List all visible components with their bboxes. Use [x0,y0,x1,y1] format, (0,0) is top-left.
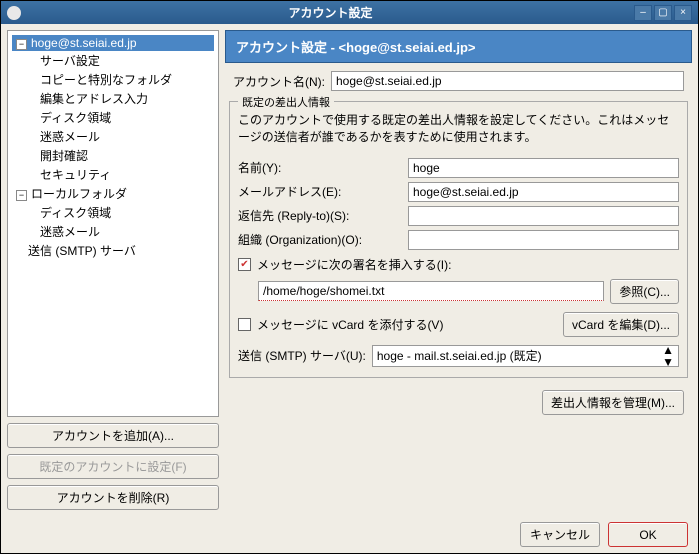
tree-item-compose[interactable]: 編集とアドレス入力 [12,89,214,108]
name-label: 名前(Y): [238,159,408,176]
left-panel: −hoge@st.seiai.ed.jp サーバ設定 コピーと特別なフォルダ 編… [7,30,219,510]
panel-header: アカウント設定 - <hoge@st.seiai.ed.jp> [225,30,692,63]
name-input[interactable] [408,158,679,178]
org-input[interactable] [408,230,679,250]
tree-item-disk[interactable]: ディスク領域 [12,108,214,127]
tree-item-copies[interactable]: コピーと特別なフォルダ [12,70,214,89]
titlebar: アカウント設定 – ▢ × [1,1,698,24]
name-row: 名前(Y): [238,158,679,178]
replyto-row: 返信先 (Reply-to)(S): [238,206,679,226]
account-settings-window: アカウント設定 – ▢ × −hoge@st.seiai.ed.jp サーバ設定… [0,0,699,554]
set-default-button: 既定のアカウントに設定(F) [7,454,219,479]
tree-smtp[interactable]: 送信 (SMTP) サーバ [12,241,214,260]
smtp-row: 送信 (SMTP) サーバ(U): hoge - mail.st.seiai.e… [238,345,679,367]
collapse-icon[interactable]: − [16,39,27,50]
sender-legend: 既定の差出人情報 [238,94,334,110]
signature-check-row: ✔ メッセージに次の署名を挿入する(I): [238,256,679,273]
replyto-label: 返信先 (Reply-to)(S): [238,207,408,224]
signature-path-input[interactable] [258,281,604,301]
manage-identities-button[interactable]: 差出人情報を管理(M)... [542,390,684,415]
tree-item-local-disk[interactable]: ディスク領域 [12,203,214,222]
signature-path-row: 参照(C)... [258,279,679,304]
sender-fieldset: 既定の差出人情報 このアカウントで使用する既定の差出人情報を設定してください。こ… [229,101,688,378]
vcard-check-label: メッセージに vCard を添付する(V) [257,316,443,333]
sender-description: このアカウントで使用する既定の差出人情報を設定してください。これはメッセージの送… [238,110,679,154]
vcard-checkbox[interactable] [238,318,251,331]
account-name-label: アカウント名(N): [233,73,325,90]
collapse-icon[interactable]: − [16,190,27,201]
account-name-row: アカウント名(N): [225,69,692,93]
smtp-label: 送信 (SMTP) サーバ(U): [238,347,366,364]
account-name-input[interactable] [331,71,684,91]
smtp-select[interactable]: hoge - mail.st.seiai.ed.jp (既定) ▲▼ [372,345,679,367]
close-button[interactable]: × [674,5,692,21]
add-account-button[interactable]: アカウントを追加(A)... [7,423,219,448]
window-controls: – ▢ × [634,5,692,21]
email-input[interactable] [408,182,679,202]
smtp-select-value: hoge - mail.st.seiai.ed.jp (既定) [377,347,542,364]
app-icon [7,6,21,20]
tree-account-root[interactable]: −hoge@st.seiai.ed.jp [12,35,214,51]
window-title: アカウント設定 [27,4,634,21]
tree-item-security[interactable]: セキュリティ [12,165,214,184]
tree-item-receipts[interactable]: 開封確認 [12,146,214,165]
remove-account-button[interactable]: アカウントを削除(R) [7,485,219,510]
tree-local-label: ローカルフォルダ [31,187,127,201]
updown-icon: ▲▼ [662,344,674,368]
identities-row: 差出人情報を管理(M)... [225,386,692,419]
tree-local-root[interactable]: −ローカルフォルダ [12,184,214,203]
replyto-input[interactable] [408,206,679,226]
browse-button[interactable]: 参照(C)... [610,279,679,304]
minimize-button[interactable]: – [634,5,652,21]
dialog-buttons: キャンセル OK [1,516,698,553]
maximize-button[interactable]: ▢ [654,5,672,21]
dialog-content: −hoge@st.seiai.ed.jp サーバ設定 コピーと特別なフォルダ 編… [1,24,698,516]
cancel-button[interactable]: キャンセル [520,522,600,547]
vcard-row: メッセージに vCard を添付する(V) vCard を編集(D)... [238,312,679,337]
tree-account-label: hoge@st.seiai.ed.jp [31,36,137,50]
signature-check-label: メッセージに次の署名を挿入する(I): [257,256,451,273]
right-panel: アカウント設定 - <hoge@st.seiai.ed.jp> アカウント名(N… [225,30,692,510]
tree-item-local-junk[interactable]: 迷惑メール [12,222,214,241]
account-tree[interactable]: −hoge@st.seiai.ed.jp サーバ設定 コピーと特別なフォルダ 編… [7,30,219,417]
signature-checkbox[interactable]: ✔ [238,258,251,271]
org-row: 組織 (Organization)(O): [238,230,679,250]
email-label: メールアドレス(E): [238,183,408,200]
email-row: メールアドレス(E): [238,182,679,202]
tree-item-junk[interactable]: 迷惑メール [12,127,214,146]
org-label: 組織 (Organization)(O): [238,231,408,248]
tree-item-server[interactable]: サーバ設定 [12,51,214,70]
ok-button[interactable]: OK [608,522,688,547]
vcard-edit-button[interactable]: vCard を編集(D)... [563,312,679,337]
